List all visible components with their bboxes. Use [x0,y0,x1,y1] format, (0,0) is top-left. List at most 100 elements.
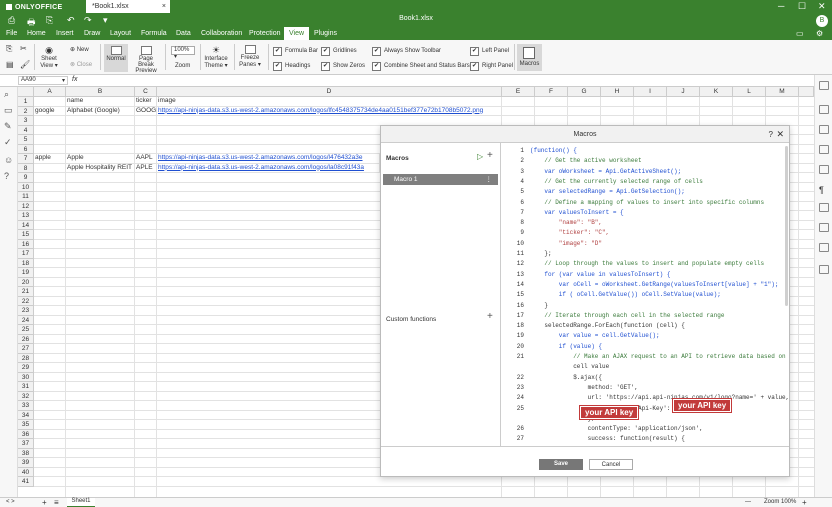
menu-protection[interactable]: Protection [249,30,281,37]
maximize-icon[interactable]: ☐ [798,1,806,12]
row-header[interactable]: 22 [18,296,34,306]
row-header[interactable]: 38 [18,448,34,458]
column-header[interactable]: E [502,87,535,97]
sheet-view-button[interactable]: ◉ Sheet View ▾ [38,45,60,69]
row-header[interactable]: 35 [18,420,34,430]
cell-b8[interactable]: Apple Hospitality REIT [66,163,135,173]
search-icon[interactable]: ⌕ [4,89,9,100]
row-header[interactable]: 4 [18,125,34,135]
chart-settings-icon[interactable] [819,145,829,154]
save-button[interactable]: Save [539,459,583,470]
code-line[interactable]: contentType: 'application/json', [530,425,703,432]
menu-layout[interactable]: Layout [110,30,131,37]
headings-checkbox[interactable]: Headings [273,62,310,71]
row-header[interactable]: 34 [18,410,34,420]
column-header[interactable]: M [766,87,799,97]
paragraph-icon[interactable]: ¶ [819,185,829,195]
cell-d7-link[interactable]: https://api-ninjas-data.s3.us-west-2.ama… [157,154,380,164]
page-break-preview-button[interactable]: Page Break Preview [131,46,161,74]
column-header[interactable]: C [135,87,157,97]
code-line[interactable]: } [530,302,548,309]
row-header[interactable]: 41 [18,477,34,487]
code-line[interactable]: // Define a mapping of values to insert … [530,199,764,206]
feedback-icon[interactable]: ☺ [4,155,13,165]
row-header[interactable]: 26 [18,334,34,344]
minimize-icon[interactable]: ─ [778,1,784,11]
code-line[interactable]: success: function(result) { [530,435,685,442]
cut-icon[interactable]: ✂ [20,44,27,53]
row-header[interactable]: 31 [18,382,34,392]
user-avatar[interactable]: B [816,15,828,27]
add-macro-icon[interactable]: + [487,150,493,161]
column-header[interactable]: G [568,87,601,97]
signature-settings-icon[interactable] [819,265,829,274]
show-zeros-checkbox[interactable]: Show Zeros [321,62,365,71]
row-header[interactable]: 37 [18,439,34,449]
menu-view[interactable]: View [284,27,310,40]
row-header[interactable]: 10 [18,182,34,192]
gridlines-checkbox[interactable]: Gridlines [321,47,357,56]
code-line[interactable]: if ( oCell.GetValue()) oCell.SetValue(va… [530,291,721,298]
cell-settings-icon[interactable] [819,81,829,90]
help-icon[interactable]: ? [769,126,773,143]
spellcheck-icon[interactable]: ✓ [4,137,12,148]
run-macro-icon[interactable]: ▷ [477,152,483,161]
macros-button[interactable]: Macros [517,44,542,71]
code-line[interactable]: // Get the active worksheet [530,157,641,164]
code-line[interactable]: method: 'GET', [530,384,638,391]
column-header[interactable]: B [66,87,135,97]
cell-b2[interactable]: Alphabet (Google) [66,106,135,116]
new-view-button[interactable]: ⊕ New [70,46,89,53]
menu-plugins[interactable]: Plugins [314,30,337,37]
menu-insert[interactable]: Insert [56,30,74,37]
sheet-tab[interactable]: Sheet1 [67,498,95,507]
settings-icon[interactable]: ⚙ [816,29,823,38]
code-line[interactable]: $.ajax({ [530,374,602,381]
sheet-list-button[interactable]: ≡ [54,498,59,507]
formula-bar-checkbox[interactable]: Formula Bar [273,47,318,56]
column-header[interactable]: D [157,87,502,97]
normal-view-button[interactable]: Normal [104,44,128,72]
zoom-in-button[interactable]: + [802,498,807,507]
zoom-select[interactable]: 100% ▾ [171,46,195,60]
code-line[interactable]: // Loop through the values to insert and… [530,260,764,267]
row-header[interactable]: 18 [18,258,34,268]
comments-icon[interactable]: ▭ [4,105,13,116]
row-header[interactable]: 17 [18,249,34,259]
column-header[interactable]: F [535,87,568,97]
row-header[interactable]: 29 [18,363,34,373]
code-line[interactable]: var oWorksheet = Api.GetActiveSheet(); [530,168,681,175]
document-tab[interactable]: *Book1.xlsx × [86,0,170,13]
close-icon[interactable]: ✕ [776,126,784,143]
row-header[interactable]: 15 [18,230,34,240]
code-line[interactable]: var valuesToInsert = { [530,209,623,216]
name-box[interactable]: AA90 ▾ [18,76,68,85]
row-header[interactable]: 11 [18,192,34,202]
menu-collaboration[interactable]: Collaboration [201,30,242,37]
open-location-icon[interactable]: ▭ [796,29,804,38]
select-all-corner[interactable] [18,87,34,97]
menu-home[interactable]: Home [27,30,46,37]
code-line[interactable]: selectedRange.ForEach(function (cell) { [530,322,684,329]
row-header[interactable]: 28 [18,353,34,363]
row-header[interactable]: 20 [18,277,34,287]
table-settings-icon[interactable] [819,105,829,114]
add-sheet-button[interactable]: + [42,498,47,507]
slicer-settings-icon[interactable] [819,243,829,252]
add-custom-function-icon[interactable]: + [487,311,493,322]
menu-data[interactable]: Data [176,30,191,37]
format-painter-icon[interactable]: 🖌 [20,60,30,69]
code-line[interactable]: if (value) { [530,343,602,350]
row-header[interactable]: 36 [18,429,34,439]
row-header[interactable]: 25 [18,325,34,335]
row-header[interactable]: 32 [18,391,34,401]
row-header[interactable]: 16 [18,239,34,249]
row-header[interactable]: 21 [18,287,34,297]
close-tab-icon[interactable]: × [162,3,166,10]
menu-file[interactable]: File [6,30,17,37]
left-panel-checkbox[interactable]: Left Panel [470,47,509,56]
close-view-button[interactable]: ⊗ Close [70,61,92,68]
menu-formula[interactable]: Formula [141,30,167,37]
row-header[interactable]: 33 [18,401,34,411]
column-header[interactable] [799,87,814,97]
